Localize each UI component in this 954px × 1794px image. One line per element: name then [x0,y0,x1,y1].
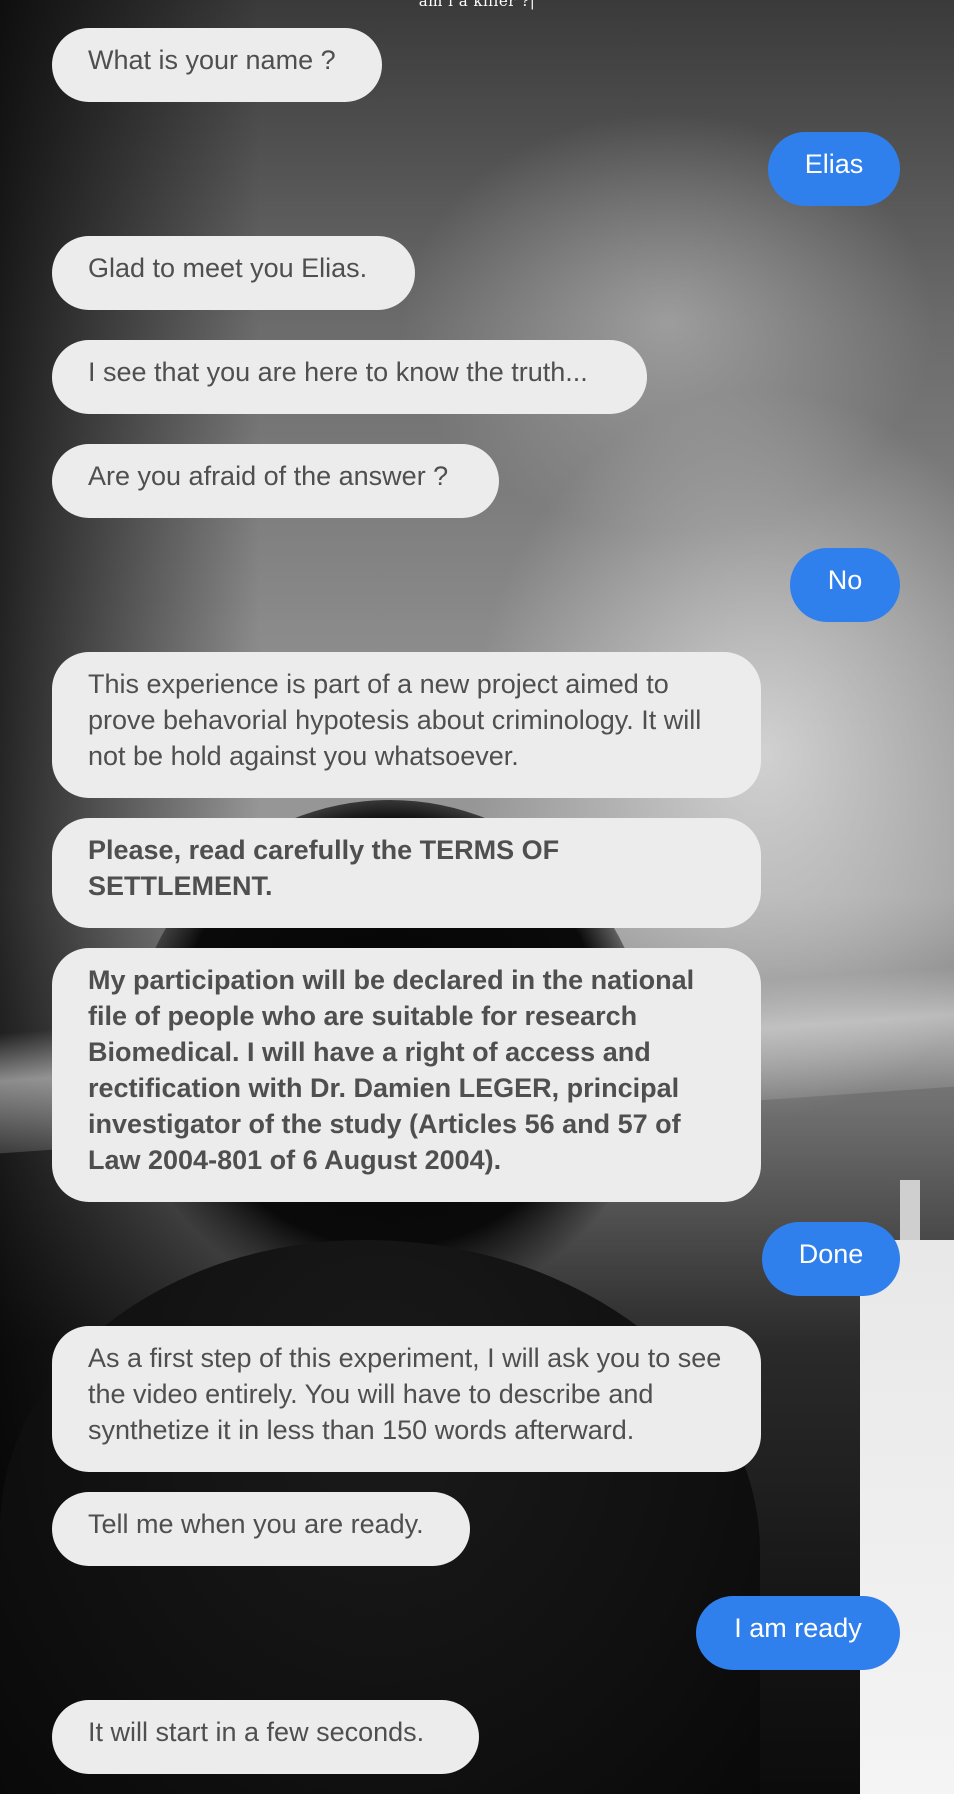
bot-message: I see that you are here to know the trut… [52,340,647,414]
bot-message: As a first step of this experiment, I wi… [52,1326,761,1472]
bot-message: Tell me when you are ready. [52,1492,470,1566]
bot-message: It will start in a few seconds. [52,1700,479,1774]
bot-message: Are you afraid of the answer ? [52,444,499,518]
bot-message-terms-heading: Please, read carefully the TERMS OF SETT… [52,818,761,928]
bot-message-terms-body: My participation will be declared in the… [52,948,761,1202]
user-message: No [790,548,900,622]
user-message: Done [762,1222,900,1296]
bot-message: This experience is part of a new project… [52,652,761,798]
bot-message: Glad to meet you Elias. [52,236,415,310]
bot-message: What is your name ? [52,28,382,102]
chat-thread: What is your name ? Elias Glad to meet y… [0,0,954,1794]
user-message: I am ready [696,1596,900,1670]
user-message: Elias [768,132,900,206]
